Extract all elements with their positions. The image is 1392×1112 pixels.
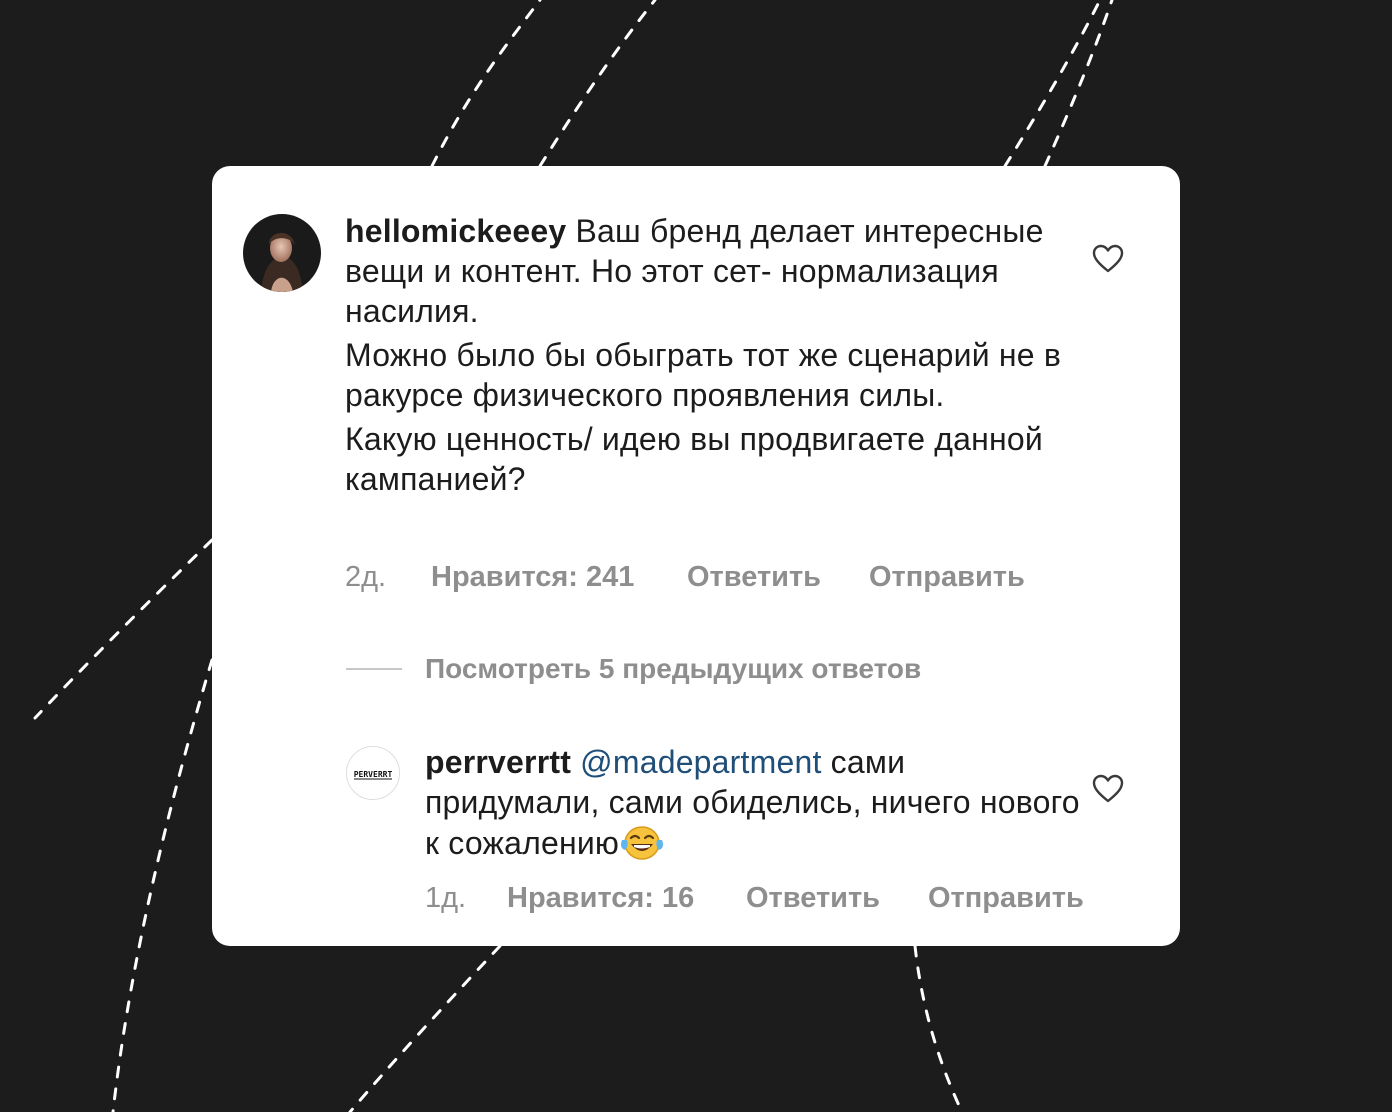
- like-heart-icon[interactable]: [1092, 244, 1124, 274]
- reply-button[interactable]: Ответить: [687, 561, 821, 594]
- perverrt-logo-icon: PERVERRT: [347, 747, 399, 799]
- avatar-perrverrtt[interactable]: PERVERRT: [346, 746, 400, 800]
- avatar-hellomickeeey[interactable]: [243, 214, 321, 292]
- comment-body-line: Какую ценность/ идею вы продвигаете данн…: [345, 421, 1043, 497]
- send-button[interactable]: Отправить: [928, 882, 1084, 915]
- mention-link[interactable]: @madepartment: [580, 744, 821, 780]
- view-replies-label: Посмотреть 5 предыдущих ответов: [425, 653, 922, 684]
- comment-username[interactable]: perrverrtt: [425, 744, 571, 780]
- send-button[interactable]: Отправить: [869, 561, 1025, 594]
- face-with-tears-of-joy-icon: [621, 826, 664, 860]
- like-heart-icon[interactable]: [1092, 774, 1124, 804]
- logo-text: PERVERRT: [354, 770, 393, 779]
- reply-button[interactable]: Ответить: [746, 882, 880, 915]
- replies-divider-line: [346, 668, 402, 670]
- likes-count-button[interactable]: Нравится: 241: [431, 561, 634, 594]
- comment-age: 2д.: [345, 561, 387, 593]
- comment-body-line: Можно было бы обыграть тот же сценарий н…: [345, 337, 1062, 413]
- comments-card: hellomickeeey Ваш бренд делает интересны…: [212, 166, 1180, 946]
- comment-hellomickeeey: hellomickeeey Ваш бренд делает интересны…: [345, 211, 1065, 503]
- comment-perrverrtt: perrverrtt @madepartment сами придумали,…: [425, 742, 1085, 863]
- comment-age: 1д.: [425, 882, 467, 914]
- comment-username[interactable]: hellomickeeey: [345, 213, 566, 249]
- profile-photo-icon: [243, 214, 321, 292]
- likes-count-button[interactable]: Нравится: 16: [507, 882, 694, 915]
